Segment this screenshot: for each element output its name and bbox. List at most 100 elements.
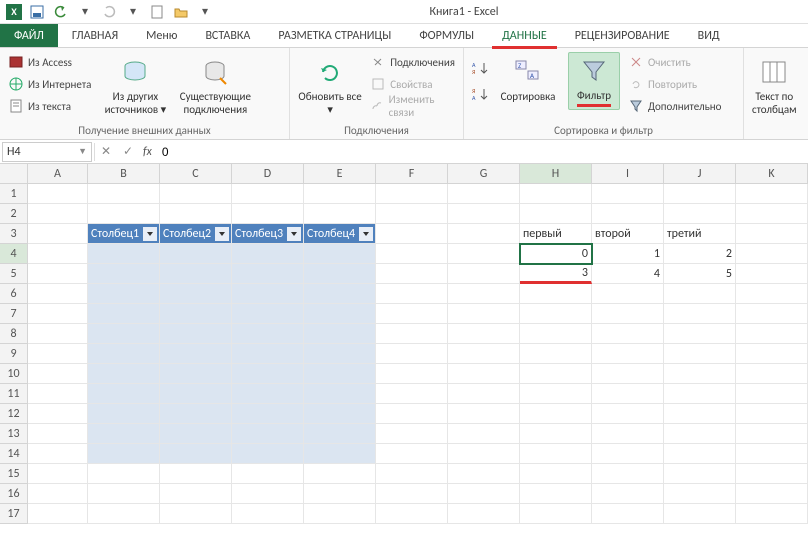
cell-I13[interactable] (592, 424, 664, 444)
cell-I11[interactable] (592, 384, 664, 404)
colhead-E[interactable]: E (304, 164, 376, 184)
rowhead-3[interactable]: 3 (0, 224, 28, 244)
cell-G9[interactable] (448, 344, 520, 364)
cell-C5[interactable] (160, 264, 232, 284)
cell-G11[interactable] (448, 384, 520, 404)
cell-B9[interactable] (88, 344, 160, 364)
cell-K9[interactable] (736, 344, 808, 364)
cell-K14[interactable] (736, 444, 808, 464)
cell-F2[interactable] (376, 204, 448, 224)
cell-A17[interactable] (28, 504, 88, 524)
cell-F13[interactable] (376, 424, 448, 444)
cell-E4[interactable] (304, 244, 376, 264)
cell-C17[interactable] (160, 504, 232, 524)
cell-B13[interactable] (88, 424, 160, 444)
cell-A13[interactable] (28, 424, 88, 444)
cell-D10[interactable] (232, 364, 304, 384)
tab-pagelayout[interactable]: РАЗМЕТКА СТРАНИЦЫ (264, 24, 405, 47)
filter-dropdown-E[interactable] (359, 227, 373, 241)
cell-I8[interactable] (592, 324, 664, 344)
qat-undo[interactable] (52, 3, 70, 21)
colhead-G[interactable]: G (448, 164, 520, 184)
cell-A8[interactable] (28, 324, 88, 344)
cell-F5[interactable] (376, 264, 448, 284)
cell-G8[interactable] (448, 324, 520, 344)
filter-button[interactable]: Фильтр (568, 52, 620, 110)
cell-G10[interactable] (448, 364, 520, 384)
cell-J3[interactable]: третий (664, 224, 736, 244)
cell-G5[interactable] (448, 264, 520, 284)
cell-F10[interactable] (376, 364, 448, 384)
cell-J12[interactable] (664, 404, 736, 424)
rowhead-13[interactable]: 13 (0, 424, 28, 444)
cell-H10[interactable] (520, 364, 592, 384)
cell-F1[interactable] (376, 184, 448, 204)
formula-bar[interactable] (156, 145, 808, 159)
cell-D9[interactable] (232, 344, 304, 364)
cell-B16[interactable] (88, 484, 160, 504)
colhead-J[interactable]: J (664, 164, 736, 184)
cell-H13[interactable] (520, 424, 592, 444)
qat-save[interactable] (28, 3, 46, 21)
filter-dropdown-C[interactable] (215, 227, 229, 241)
rowhead-17[interactable]: 17 (0, 504, 28, 524)
spreadsheet-grid[interactable]: A B C D E F G H I J K 123Столбец1Столбец… (0, 164, 808, 524)
cell-A11[interactable] (28, 384, 88, 404)
cell-C14[interactable] (160, 444, 232, 464)
cell-C2[interactable] (160, 204, 232, 224)
cell-B14[interactable] (88, 444, 160, 464)
cell-C12[interactable] (160, 404, 232, 424)
cell-J16[interactable] (664, 484, 736, 504)
cell-J4[interactable]: 2 (664, 244, 736, 264)
cell-D16[interactable] (232, 484, 304, 504)
cell-I15[interactable] (592, 464, 664, 484)
cell-G6[interactable] (448, 284, 520, 304)
cell-F6[interactable] (376, 284, 448, 304)
cell-H15[interactable] (520, 464, 592, 484)
tab-file[interactable]: ФАЙЛ (0, 24, 58, 47)
cell-K3[interactable] (736, 224, 808, 244)
cell-D11[interactable] (232, 384, 304, 404)
cell-K13[interactable] (736, 424, 808, 444)
cell-J14[interactable] (664, 444, 736, 464)
cell-A2[interactable] (28, 204, 88, 224)
cell-I1[interactable] (592, 184, 664, 204)
cell-E12[interactable] (304, 404, 376, 424)
cell-F16[interactable] (376, 484, 448, 504)
cell-D6[interactable] (232, 284, 304, 304)
cell-E7[interactable] (304, 304, 376, 324)
cell-A14[interactable] (28, 444, 88, 464)
cell-A15[interactable] (28, 464, 88, 484)
cell-C8[interactable] (160, 324, 232, 344)
cell-F17[interactable] (376, 504, 448, 524)
cell-D17[interactable] (232, 504, 304, 524)
cell-I3[interactable]: второй (592, 224, 664, 244)
select-all-corner[interactable] (0, 164, 28, 184)
rowhead-6[interactable]: 6 (0, 284, 28, 304)
cell-J17[interactable] (664, 504, 736, 524)
from-access-button[interactable]: Из Access (8, 52, 91, 72)
from-other-button[interactable]: Из других источников ▾ (99, 52, 171, 116)
cell-I9[interactable] (592, 344, 664, 364)
cell-G3[interactable] (448, 224, 520, 244)
cell-H17[interactable] (520, 504, 592, 524)
cell-H5[interactable]: 3 (520, 264, 592, 284)
cell-A4[interactable] (28, 244, 88, 264)
cell-G12[interactable] (448, 404, 520, 424)
cell-A16[interactable] (28, 484, 88, 504)
sort-button[interactable]: ZA Сортировка (496, 52, 560, 103)
cell-E11[interactable] (304, 384, 376, 404)
tab-formulas[interactable]: ФОРМУЛЫ (405, 24, 488, 47)
cell-C16[interactable] (160, 484, 232, 504)
rowhead-15[interactable]: 15 (0, 464, 28, 484)
cell-K2[interactable] (736, 204, 808, 224)
cell-G4[interactable] (448, 244, 520, 264)
tab-menu[interactable]: Меню (132, 24, 191, 47)
cell-A9[interactable] (28, 344, 88, 364)
sort-desc-button[interactable]: ЯА (472, 84, 488, 104)
cell-C9[interactable] (160, 344, 232, 364)
sort-asc-button[interactable]: АЯ (472, 58, 488, 78)
cell-K15[interactable] (736, 464, 808, 484)
cell-J7[interactable] (664, 304, 736, 324)
name-box[interactable]: H4▼ (2, 142, 92, 162)
